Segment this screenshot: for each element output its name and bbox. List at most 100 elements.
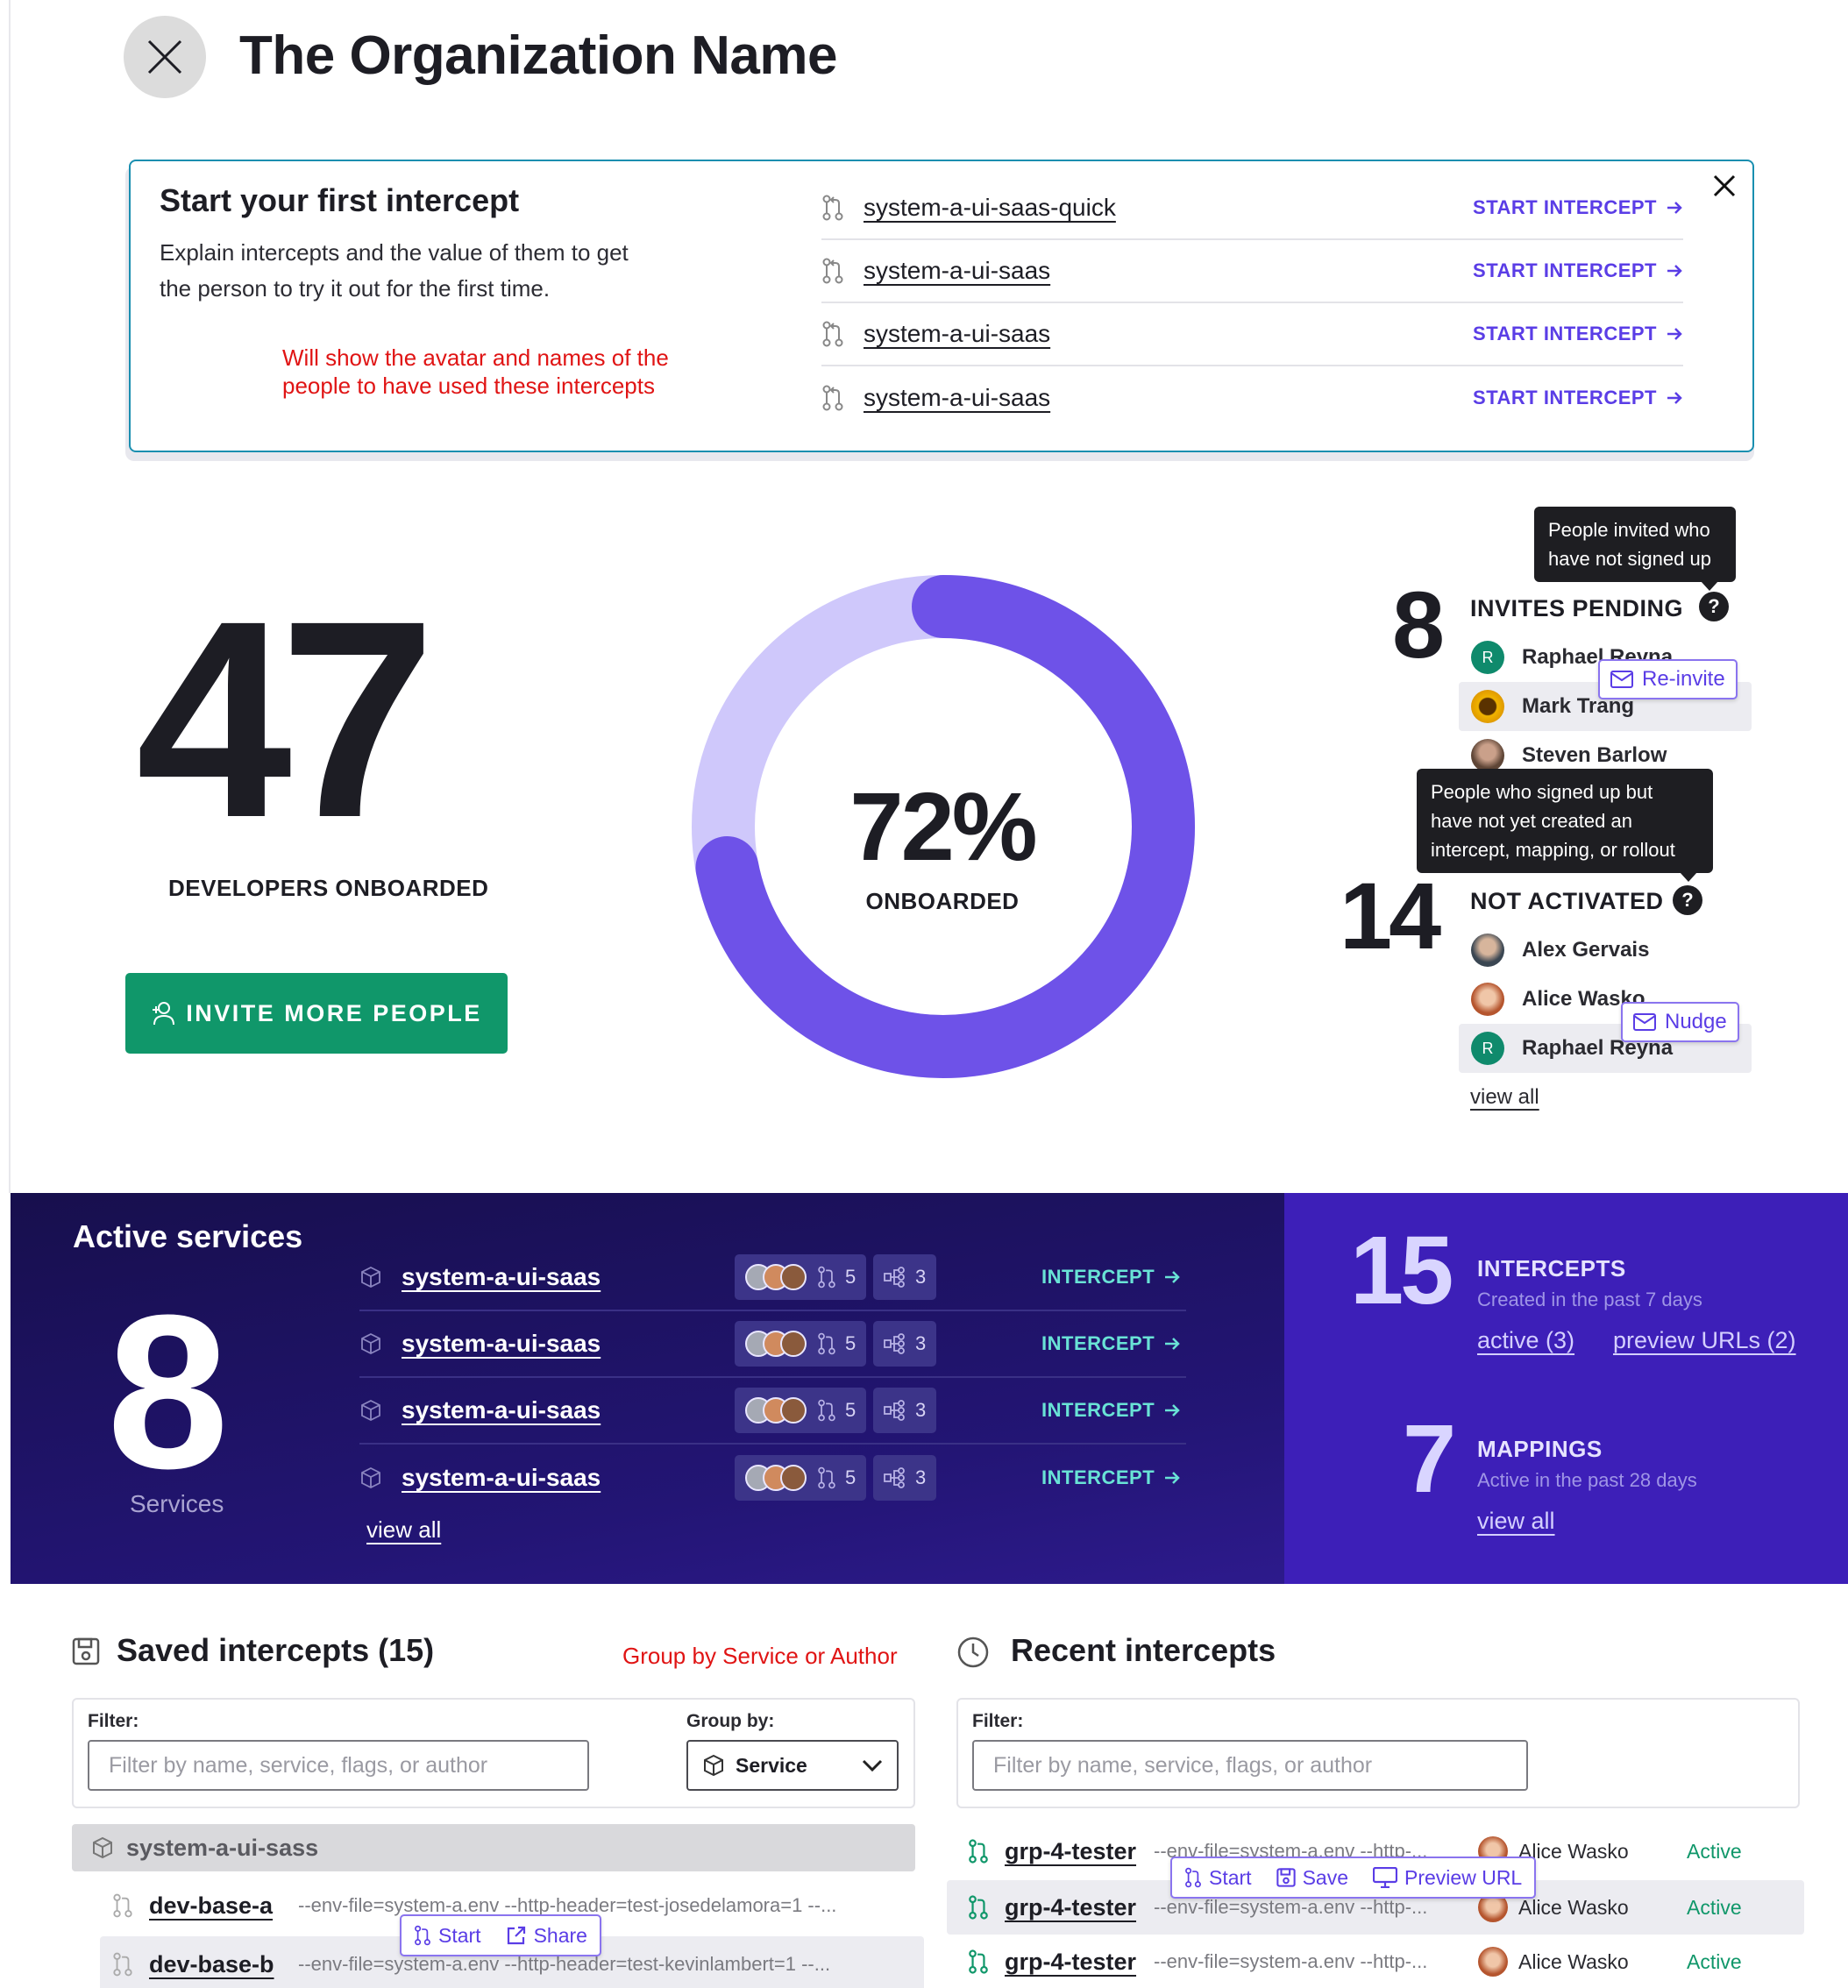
filter-placeholder: Filter by name, service, flags, or autho…	[993, 1752, 1373, 1778]
help-icon[interactable]: ?	[1699, 592, 1729, 621]
git-pull-request-icon	[818, 1332, 835, 1355]
invite-more-people-button[interactable]: INVITE MORE PEOPLE	[125, 973, 508, 1054]
nudge-label: Nudge	[1665, 1010, 1727, 1033]
status-badge: Active	[1687, 1839, 1742, 1863]
mail-icon	[1633, 1013, 1656, 1031]
git-pull-request-icon	[415, 1925, 430, 1946]
intercepts-subtitle: Created in the past 7 days	[1477, 1289, 1702, 1310]
page-left-border	[9, 0, 11, 1193]
mapping-icon	[884, 1400, 905, 1421]
active-intercepts-link[interactable]: active (3)	[1477, 1327, 1574, 1354]
design-note: Group by Service or Author	[622, 1643, 898, 1669]
recent-filter-input[interactable]: Filter by name, service, flags, or autho…	[972, 1740, 1528, 1791]
start-intercept-button[interactable]: START INTERCEPT	[1473, 259, 1683, 282]
git-pull-request-icon	[969, 1839, 988, 1864]
intercept-button[interactable]: INTERCEPT	[1041, 1466, 1181, 1489]
onboarded-percent-label: ONBOARDED	[865, 888, 1020, 914]
saved-intercept-name[interactable]: dev-base-b	[149, 1951, 298, 1978]
start-button[interactable]: Start	[414, 1924, 481, 1948]
service-link[interactable]: system-a-ui-saas	[864, 384, 1050, 412]
intercept-count: 5	[845, 1466, 856, 1488]
start-intercept-label: START INTERCEPT	[1473, 323, 1657, 344]
view-all-mappings-link[interactable]: view all	[1477, 1508, 1555, 1535]
add-user-icon	[153, 1002, 175, 1026]
saved-intercept-actions: Start Share	[400, 1914, 601, 1956]
first-intercept-description: Explain intercepts and the value of them…	[160, 239, 629, 302]
preview-url-button[interactable]: Preview URL	[1373, 1866, 1522, 1890]
view-all-not-activated-link[interactable]: view all	[1470, 1085, 1539, 1110]
service-link[interactable]: system-a-ui-saas-quick	[864, 194, 1116, 222]
git-pull-request-icon	[113, 1893, 132, 1918]
start-intercept-button[interactable]: START INTERCEPT	[1473, 323, 1683, 345]
start-intercept-button[interactable]: START INTERCEPT	[1473, 387, 1683, 409]
service-link[interactable]: system-a-ui-saas	[864, 257, 1050, 285]
filter-label: Filter:	[88, 1711, 139, 1731]
share-button[interactable]: Share	[506, 1924, 587, 1948]
git-pull-request-icon	[818, 1399, 835, 1422]
intercept-label: INTERCEPT	[1041, 1266, 1155, 1288]
recent-intercept-name[interactable]: grp-4-tester	[1005, 1838, 1154, 1865]
git-pull-request-icon	[822, 258, 843, 284]
git-pull-request-icon	[818, 1466, 835, 1489]
intercept-button[interactable]: INTERCEPT	[1041, 1399, 1181, 1422]
status-badge: Active	[1687, 1895, 1742, 1919]
author-name: Alice Wasko	[1518, 1949, 1629, 1973]
intercept-button[interactable]: INTERCEPT	[1041, 1266, 1181, 1289]
recent-intercept-args: --env-file=system-a.env --http-...	[1154, 1950, 1428, 1972]
share-label: Share	[533, 1923, 587, 1947]
avatar	[1478, 1947, 1508, 1977]
re-invite-button[interactable]: Re-invite	[1598, 659, 1738, 699]
nudge-button[interactable]: Nudge	[1621, 1002, 1739, 1042]
saved-intercept-name[interactable]: dev-base-a	[149, 1892, 298, 1920]
service-group-header[interactable]: system-a-ui-sass	[72, 1824, 915, 1871]
status-badge: Active	[1687, 1949, 1742, 1973]
cube-icon	[361, 1399, 380, 1422]
recent-intercept-name[interactable]: grp-4-tester	[1005, 1949, 1154, 1976]
group-name: system-a-ui-sass	[126, 1834, 319, 1861]
save-icon	[1276, 1868, 1296, 1887]
saved-filter-input[interactable]: Filter by name, service, flags, or autho…	[88, 1740, 589, 1791]
group-by-select[interactable]: Service	[686, 1740, 899, 1791]
close-button[interactable]	[124, 16, 206, 98]
preview-url-label: Preview URL	[1404, 1865, 1523, 1889]
service-link[interactable]: system-a-ui-saas	[402, 1464, 601, 1492]
recent-intercept-name[interactable]: grp-4-tester	[1005, 1894, 1154, 1921]
author: Alice Wasko	[1478, 1947, 1680, 1977]
mappings-title: MAPPINGS	[1477, 1436, 1603, 1462]
intercepts-count: 15	[1350, 1217, 1454, 1324]
service-row: system-a-ui-saas 5 3 INTERCEPT	[359, 1378, 1186, 1445]
intercept-label: INTERCEPT	[1041, 1399, 1155, 1421]
git-pull-request-icon	[822, 195, 843, 221]
first-intercept-title: Start your first intercept	[160, 182, 520, 218]
service-link[interactable]: system-a-ui-saas	[864, 320, 1050, 348]
mappings-subtitle: Active in the past 28 days	[1477, 1469, 1697, 1491]
developers-onboarded-label: DEVELOPERS ONBOARDED	[168, 875, 489, 901]
service-link[interactable]: system-a-ui-saas	[402, 1396, 601, 1424]
intercept-button[interactable]: INTERCEPT	[1041, 1332, 1181, 1355]
start-label: Start	[1209, 1865, 1252, 1889]
close-icon	[1713, 174, 1736, 197]
recent-intercept-actions: Start Save Preview URL	[1170, 1857, 1537, 1899]
person-name: Steven Barlow	[1522, 743, 1667, 767]
save-button[interactable]: Save	[1276, 1866, 1348, 1890]
mapping-icon	[884, 1333, 905, 1354]
intercept-count-badge: 5	[735, 1321, 867, 1367]
view-all-services-link[interactable]: view all	[366, 1516, 441, 1544]
avatar	[1471, 934, 1504, 967]
intercept-count: 5	[845, 1266, 856, 1288]
service-link[interactable]: system-a-ui-saas	[402, 1330, 601, 1358]
service-link[interactable]: system-a-ui-saas	[402, 1263, 601, 1291]
intercept-count: 5	[845, 1399, 856, 1421]
not-activated-count: 14	[1340, 863, 1441, 969]
preview-urls-link[interactable]: preview URLs (2)	[1613, 1327, 1796, 1354]
invites-pending-tooltip: People invited who have not signed up	[1534, 507, 1736, 591]
monitor-icon	[1373, 1867, 1398, 1888]
dismiss-card-button[interactable]	[1712, 174, 1737, 198]
invites-pending-label: INVITES PENDING	[1470, 595, 1684, 621]
help-icon[interactable]: ?	[1673, 885, 1702, 915]
start-intercept-button[interactable]: START INTERCEPT	[1473, 196, 1683, 219]
recent-intercepts-title: Recent intercepts	[1011, 1632, 1276, 1668]
start-button[interactable]: Start	[1184, 1866, 1252, 1890]
cube-icon	[704, 1754, 723, 1777]
mapping-count: 3	[915, 1332, 927, 1354]
